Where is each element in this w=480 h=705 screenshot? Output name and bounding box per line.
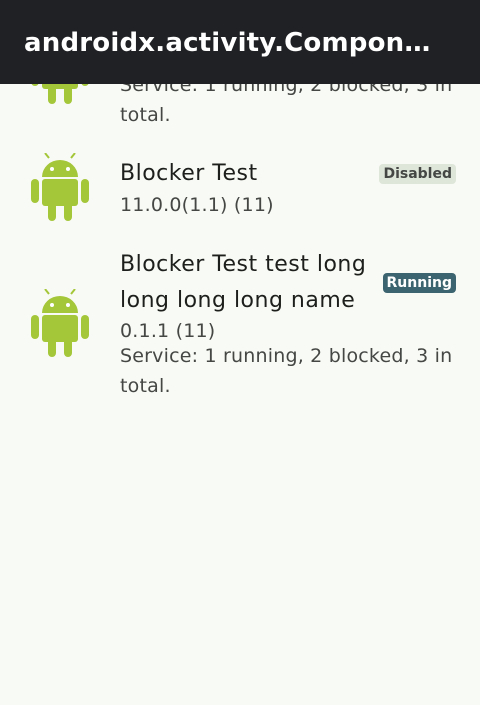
page-title: androidx.activity.Component…	[24, 28, 444, 58]
status-badge: Running	[382, 273, 456, 293]
app-service-status: Service: 1 running, 2 blocked, 3 in tota…	[120, 345, 453, 397]
status-badge: Disabled	[379, 164, 456, 184]
app-bar: androidx.activity.Component…	[0, 0, 480, 84]
android-robot-icon	[31, 153, 89, 221]
app-list-item[interactable]: Blocker Test test long long long long na…	[0, 240, 480, 405]
app-list: Service: 1 running, 2 blocked, 3 in tota…	[0, 0, 480, 705]
app-name: Blocker Test	[120, 161, 258, 186]
android-robot-icon	[31, 289, 89, 357]
app-list-item[interactable]: Blocker Test 11.0.0(1.1) (11) Disabled	[0, 140, 480, 230]
app-version: 11.0.0(1.1) (11)	[120, 194, 274, 216]
app-name: Blocker Test test long long long long na…	[120, 252, 367, 313]
